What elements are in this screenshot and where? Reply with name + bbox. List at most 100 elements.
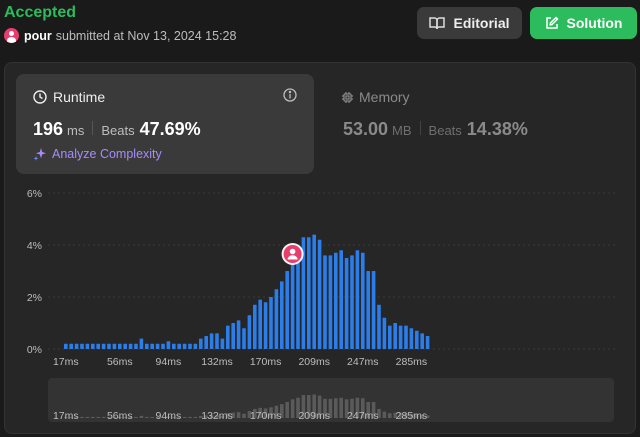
histogram-bar xyxy=(339,250,343,349)
mini-bar xyxy=(285,402,289,418)
histogram-bar xyxy=(161,343,165,349)
histogram-bar xyxy=(69,343,73,349)
x-tick-label: 56ms xyxy=(107,356,133,368)
histogram-bar xyxy=(85,343,90,349)
mini-bar xyxy=(85,416,90,418)
histogram-bar xyxy=(253,304,257,349)
histogram-bar xyxy=(226,325,230,349)
mini-x-tick-label: 17ms xyxy=(53,410,79,422)
mini-bar xyxy=(91,416,95,418)
histogram-bar xyxy=(231,323,235,349)
histogram-bar xyxy=(355,250,360,349)
histogram-bar xyxy=(393,323,397,349)
mini-bar xyxy=(150,416,154,418)
x-tick-label: 285ms xyxy=(396,356,428,368)
histogram-bar xyxy=(285,271,289,349)
histogram-bar xyxy=(188,343,192,349)
histogram-bar xyxy=(334,252,338,349)
user-submission-marker-icon xyxy=(281,243,304,265)
mini-bar xyxy=(101,416,106,418)
mini-x-tick-label: 170ms xyxy=(250,410,282,422)
histogram-bar xyxy=(199,338,203,349)
mini-x-tick-label: 209ms xyxy=(298,410,330,422)
analyze-complexity-label: Analyze Complexity xyxy=(52,147,162,161)
histogram-bar xyxy=(64,343,68,349)
sparkle-icon xyxy=(33,148,46,161)
x-tick-label: 170ms xyxy=(250,356,282,368)
mini-x-tick-label: 132ms xyxy=(201,410,233,422)
runtime-distribution-chart[interactable]: 0% 2% 4% 6% 17ms 56ms 94ms 132ms 170ms 209ms 247ms… xyxy=(0,180,640,370)
histogram-bar xyxy=(118,343,122,349)
submission-status: Accepted xyxy=(4,4,77,21)
histogram-bar xyxy=(328,255,333,349)
edit-icon xyxy=(545,16,559,29)
histogram-bar xyxy=(139,338,144,349)
chip-icon xyxy=(342,91,353,103)
histogram-bar xyxy=(209,333,214,349)
x-tick-label: 247ms xyxy=(347,356,379,368)
histogram-bar xyxy=(290,258,295,349)
memory-title-label: Memory xyxy=(359,89,410,105)
histogram-bar xyxy=(91,343,95,349)
runtime-unit: ms xyxy=(67,123,85,138)
histogram-bar xyxy=(274,289,279,349)
histogram-bar xyxy=(366,271,370,349)
book-open-icon xyxy=(429,17,446,30)
mini-bar xyxy=(334,398,338,418)
histogram-bar xyxy=(377,304,381,349)
mini-bar xyxy=(382,411,387,418)
histogram-bar xyxy=(204,336,208,349)
histogram-bar xyxy=(96,343,100,349)
histogram-bar xyxy=(193,343,198,349)
histogram-bar xyxy=(269,297,273,349)
histogram-bar xyxy=(145,343,149,349)
histogram-bar xyxy=(101,343,106,349)
histogram-bar xyxy=(296,250,300,349)
y-tick-label: 0% xyxy=(27,344,42,356)
user-avatar-icon[interactable] xyxy=(4,28,19,43)
runtime-title: Runtime xyxy=(33,89,105,105)
histogram-bar xyxy=(323,255,327,349)
histogram-bar xyxy=(350,255,354,349)
mini-bar xyxy=(134,416,138,418)
histogram-bar xyxy=(74,343,79,349)
histogram-bar xyxy=(280,281,284,349)
histogram-bar xyxy=(398,325,403,349)
chart-range-slider[interactable]: 17ms 56ms 94ms 132ms 170ms 209ms 247ms 285ms xyxy=(0,378,640,426)
histogram-bar xyxy=(123,343,127,349)
mini-bar xyxy=(80,416,84,418)
histogram-bar xyxy=(215,333,219,349)
x-tick-label: 17ms xyxy=(53,356,79,368)
histogram-bar xyxy=(242,328,246,349)
editorial-label: Editorial xyxy=(453,15,510,31)
analyze-complexity-link[interactable]: Analyze Complexity xyxy=(33,147,162,161)
histogram-bar xyxy=(312,234,316,349)
mini-bar xyxy=(139,415,144,418)
histogram-bar xyxy=(155,343,160,349)
username-link[interactable]: pour xyxy=(24,29,52,43)
histogram-bar xyxy=(128,343,133,349)
solution-button[interactable]: Solution xyxy=(530,7,637,39)
info-icon[interactable] xyxy=(283,88,297,102)
mini-bar xyxy=(388,413,392,418)
divider xyxy=(92,121,94,135)
runtime-beats-value: 47.69% xyxy=(139,119,201,139)
histogram-bar xyxy=(258,299,262,349)
histogram-bar xyxy=(344,258,349,349)
submission-info: pour submitted at Nov 13, 2024 15:28 xyxy=(4,28,236,43)
y-tick-label: 6% xyxy=(27,188,42,200)
editorial-button[interactable]: Editorial xyxy=(417,7,522,39)
marker-head xyxy=(289,248,296,255)
histogram-bar xyxy=(317,239,322,349)
divider xyxy=(419,121,421,135)
mini-bar xyxy=(193,416,198,418)
histogram-bar xyxy=(182,343,187,349)
runtime-card[interactable]: Runtime 196 ms Beats 47.69% Analyze Comp… xyxy=(16,74,314,174)
memory-value: 53.00 xyxy=(343,119,389,139)
histogram-bar xyxy=(361,252,365,349)
solution-label: Solution xyxy=(566,15,623,31)
memory-beats-value: 14.38% xyxy=(466,119,528,139)
x-tick-label: 209ms xyxy=(298,356,330,368)
histogram-bar xyxy=(263,302,268,349)
memory-tab[interactable]: Memory xyxy=(341,89,410,105)
